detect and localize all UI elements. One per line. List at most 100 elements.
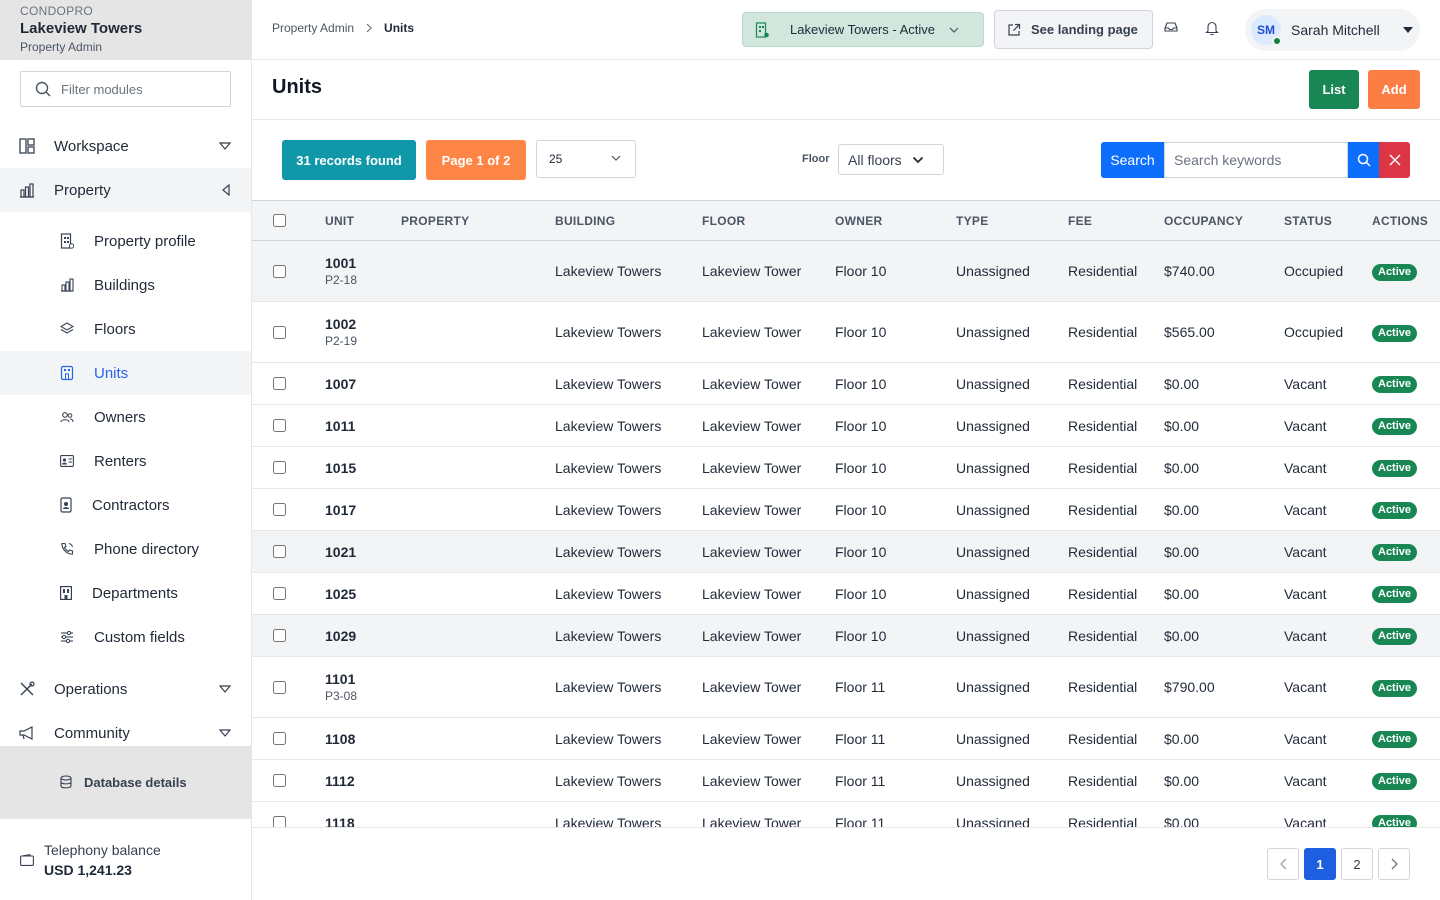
status-badge: Active — [1372, 815, 1418, 827]
property-selector[interactable]: Lakeview Towers - Active — [742, 12, 984, 47]
table-row[interactable]: 1025 Lakeview Towers Lakeview Tower Floor 1… — [252, 572, 1440, 615]
chevron-right-icon — [366, 23, 372, 33]
sidebar-item-departments[interactable]: Departments — [0, 571, 251, 615]
cell-fee: $0.00 — [1164, 717, 1284, 760]
filter-modules-field[interactable] — [20, 71, 231, 107]
sidebar-item-contractors[interactable]: Contractors — [0, 483, 251, 527]
table-row[interactable]: 1029 Lakeview Towers Lakeview Tower Floor 1… — [252, 614, 1440, 657]
row-select-cell — [252, 488, 325, 531]
column-header-owner[interactable]: OWNER — [835, 200, 956, 241]
row-checkbox[interactable] — [273, 377, 286, 390]
row-checkbox[interactable] — [273, 629, 286, 642]
search-input[interactable] — [1164, 142, 1348, 178]
table-row[interactable]: 1118 Lakeview Towers Lakeview Tower Floor 1… — [252, 801, 1440, 828]
nav-group-workspace[interactable]: Workspace — [0, 124, 251, 168]
unit-number[interactable]: 1017 — [325, 501, 401, 519]
unit-number[interactable]: 1108 — [325, 730, 401, 748]
sidebar-item-floors[interactable]: Floors — [0, 307, 251, 351]
table-row[interactable]: 1021 Lakeview Towers Lakeview Tower Floor 1… — [252, 530, 1440, 573]
table-row[interactable]: 1002 P2-19 Lakeview Towers Lakeview Tower Fl… — [252, 301, 1440, 363]
select-all-checkbox[interactable] — [273, 214, 286, 227]
table-row[interactable]: 1108 Lakeview Towers Lakeview Tower Floor 1… — [252, 717, 1440, 760]
breadcrumb-item-property-admin[interactable]: Property Admin — [272, 21, 354, 35]
unit-number[interactable]: 1025 — [325, 585, 401, 603]
cell-floor: Floor 10 — [835, 614, 956, 657]
unit-number[interactable]: 1029 — [325, 627, 401, 645]
floor-filter-select[interactable]: All floors — [838, 144, 944, 175]
row-checkbox[interactable] — [273, 264, 286, 278]
per-page-select[interactable]: 25 — [536, 140, 636, 178]
layers-icon — [60, 322, 74, 336]
database-details-link[interactable]: Database details — [0, 746, 251, 818]
unit-number[interactable]: 1007 — [325, 375, 401, 393]
add-button[interactable]: Add — [1368, 70, 1420, 109]
list-button[interactable]: List — [1309, 70, 1359, 109]
pagination-page-1[interactable]: 1 — [1304, 848, 1336, 880]
inbox-icon[interactable] — [1164, 20, 1178, 34]
row-checkbox[interactable] — [273, 503, 286, 516]
department-icon — [60, 586, 72, 600]
table-row[interactable]: 1007 Lakeview Towers Lakeview Tower Floor 1… — [252, 362, 1440, 405]
unit-number[interactable]: 1011 — [325, 417, 401, 435]
unit-number[interactable]: 1021 — [325, 543, 401, 561]
sidebar-item-units[interactable]: Units — [0, 351, 251, 395]
column-header-building[interactable]: BUILDING — [555, 200, 702, 241]
row-checkbox[interactable] — [273, 461, 286, 474]
row-checkbox[interactable] — [273, 587, 286, 600]
sidebar-item-owners[interactable]: Owners — [0, 395, 251, 439]
column-header-status[interactable]: STATUS — [1284, 200, 1372, 241]
bell-icon[interactable] — [1205, 20, 1219, 36]
column-header-type[interactable]: TYPE — [956, 200, 1068, 241]
unit-number[interactable]: 1002 — [325, 315, 401, 333]
row-checkbox[interactable] — [273, 816, 286, 827]
table-row[interactable]: 1011 Lakeview Towers Lakeview Tower Floor 1… — [252, 404, 1440, 447]
unit-number[interactable]: 1015 — [325, 459, 401, 477]
see-landing-page-button[interactable]: See landing page — [994, 10, 1153, 49]
column-header-floor[interactable]: FLOOR — [702, 200, 835, 241]
cell-status: Active — [1372, 446, 1440, 489]
pagination-prev-button[interactable] — [1267, 848, 1299, 880]
pagination-next-button[interactable] — [1378, 848, 1410, 880]
user-menu[interactable]: SM Sarah Mitchell — [1245, 9, 1420, 51]
cell-fee: $790.00 — [1164, 656, 1284, 718]
cell-type: Residential — [1068, 656, 1164, 718]
nav-group-operations[interactable]: Operations — [0, 667, 251, 711]
table-row[interactable]: 1101 P3-08 Lakeview Towers Lakeview Tower Fl… — [252, 656, 1440, 718]
row-checkbox[interactable] — [273, 680, 286, 694]
sidebar-item-custom-fields[interactable]: Custom fields — [0, 615, 251, 659]
unit-number[interactable]: 1112 — [325, 772, 401, 790]
cell-type: Residential — [1068, 301, 1164, 363]
unit-number[interactable]: 1101 — [325, 670, 401, 688]
column-header-property[interactable]: PROPERTY — [401, 200, 555, 241]
search-clear-button[interactable] — [1379, 142, 1410, 178]
nav-group-property[interactable]: Property — [0, 168, 251, 212]
row-select-cell — [252, 301, 325, 363]
sidebar-item-phone-directory[interactable]: Phone directory — [0, 527, 251, 571]
sidebar-item-property-profile[interactable]: Property profile — [0, 219, 251, 263]
status-badge: Active — [1372, 731, 1418, 748]
search-submit-button[interactable] — [1348, 142, 1379, 178]
row-checkbox[interactable] — [273, 774, 286, 787]
megaphone-icon — [19, 725, 35, 741]
pagination-page-2[interactable]: 2 — [1341, 848, 1373, 880]
table-row[interactable]: 1017 Lakeview Towers Lakeview Tower Floor 1… — [252, 488, 1440, 531]
row-checkbox[interactable] — [273, 545, 286, 558]
table-row[interactable]: 1112 Lakeview Towers Lakeview Tower Floor 1… — [252, 759, 1440, 802]
unit-number[interactable]: 1001 — [325, 254, 401, 272]
cell-property: Lakeview Towers — [555, 801, 702, 827]
row-checkbox[interactable] — [273, 325, 286, 339]
cell-floor: Floor 10 — [835, 301, 956, 363]
column-header-occupancy[interactable]: OCCUPANCY — [1164, 200, 1284, 241]
row-checkbox[interactable] — [273, 419, 286, 432]
filter-modules-input[interactable] — [61, 81, 211, 97]
unit-number[interactable]: 1118 — [325, 814, 401, 828]
cell-type: Residential — [1068, 717, 1164, 760]
column-header-fee[interactable]: FEE — [1068, 200, 1164, 241]
sidebar-item-buildings[interactable]: Buildings — [0, 263, 251, 307]
cell-building: Lakeview Tower — [702, 801, 835, 827]
table-row[interactable]: 1001 P2-18 Lakeview Towers Lakeview Tower Fl… — [252, 240, 1440, 302]
row-checkbox[interactable] — [273, 732, 286, 745]
table-row[interactable]: 1015 Lakeview Towers Lakeview Tower Floor 1… — [252, 446, 1440, 489]
sidebar-item-renters[interactable]: Renters — [0, 439, 251, 483]
column-header-unit[interactable]: UNIT — [325, 200, 401, 241]
